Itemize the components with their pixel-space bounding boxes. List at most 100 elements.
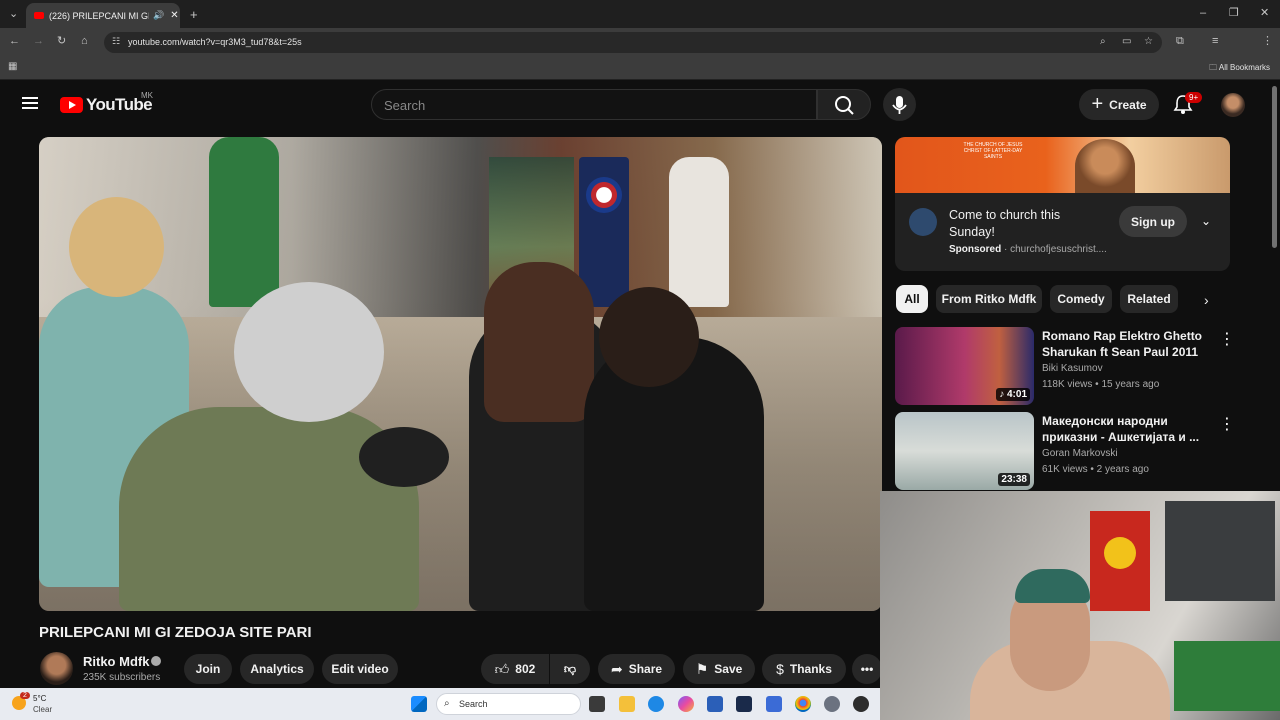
youtube-play-icon	[60, 97, 83, 113]
tab-audio-icon[interactable]: 🔊	[153, 10, 164, 21]
search-button[interactable]	[817, 89, 871, 120]
sponsored-ad-card[interactable]: THE CHURCH OF JESUS CHRIST OF LATTER-DAY…	[895, 137, 1230, 271]
create-button[interactable]: + Create	[1079, 89, 1159, 120]
taskbar-search[interactable]: ⌕ Search	[436, 693, 581, 715]
weather-badge: 2	[20, 692, 30, 699]
save-button[interactable]: ⚑ Save	[683, 654, 755, 684]
thumbs-down-icon: 👎︎	[563, 661, 577, 676]
save-label: Save	[714, 662, 743, 676]
recommended-channel[interactable]: Goran Markovski	[1042, 448, 1118, 459]
home-icon[interactable]: ⌂	[81, 36, 88, 47]
thanks-button[interactable]: $ Thanks	[762, 654, 846, 684]
search-icon	[835, 96, 854, 115]
all-bookmarks-link[interactable]: 🗀 All Bookmarks	[1209, 62, 1270, 76]
create-label: Create	[1109, 97, 1147, 112]
more-vertical-icon[interactable]: ⋮	[1219, 329, 1235, 349]
reload-icon[interactable]: ↻	[57, 36, 66, 47]
join-button[interactable]: Join	[184, 654, 232, 684]
ad-banner-text: THE CHURCH OF JESUS CHRIST OF LATTER-DAY…	[963, 142, 1023, 160]
more-actions-button[interactable]: •••	[852, 654, 882, 684]
browser-menu-icon[interactable]: ⋮	[1262, 36, 1273, 47]
video-thumbnail[interactable]: ♪ 4:01	[895, 327, 1034, 405]
minimize-icon[interactable]: –	[1200, 8, 1206, 19]
channel-avatar[interactable]	[40, 652, 73, 685]
youtube-favicon-icon	[34, 12, 44, 19]
restore-icon[interactable]: ❐	[1229, 8, 1239, 19]
youtube-logo[interactable]: YouTube	[60, 95, 153, 115]
tab-list-chevron-icon[interactable]: ⌄	[9, 9, 18, 20]
new-tab-icon[interactable]: +	[190, 8, 198, 21]
windows-taskbar: 2 5°C Clear ⌕ Search	[0, 688, 880, 720]
edge-icon[interactable]	[648, 696, 664, 712]
account-avatar[interactable]	[1221, 93, 1245, 117]
cafe-background	[39, 137, 882, 317]
reading-list-icon[interactable]: ≡	[1212, 36, 1218, 47]
chip-comedy[interactable]: Comedy	[1050, 285, 1112, 313]
recommended-video[interactable]: 23:38 Македонски народни приказни - Ашке…	[895, 412, 1275, 490]
page-scrollbar[interactable]	[1272, 86, 1277, 248]
back-icon[interactable]: ←	[9, 36, 20, 47]
hamburger-menu-icon[interactable]	[22, 97, 38, 109]
share-button[interactable]: ➦ Share	[598, 654, 675, 684]
voice-search-button[interactable]	[883, 88, 916, 121]
chip-label: All	[904, 292, 920, 306]
edit-video-label: Edit video	[331, 662, 389, 676]
microphone-icon	[892, 96, 907, 114]
task-view-icon[interactable]	[589, 696, 605, 712]
apps-grid-icon[interactable]: ▦	[8, 62, 17, 72]
chrome-icon[interactable]	[795, 696, 811, 712]
bookmark-star-icon[interactable]: ☆	[1144, 37, 1153, 47]
tab-close-icon[interactable]: ✕	[170, 10, 178, 21]
dislike-button[interactable]: 👎︎	[550, 654, 590, 684]
person-white-hoodie	[669, 157, 729, 307]
mail-icon[interactable]	[766, 696, 782, 712]
video-player[interactable]	[39, 137, 882, 611]
green-cap	[1015, 569, 1090, 603]
search-input[interactable]: Search	[371, 89, 817, 120]
windows-start-icon[interactable]	[411, 696, 427, 712]
analytics-label: Analytics	[250, 662, 304, 676]
store-icon[interactable]	[707, 696, 723, 712]
channel-name[interactable]: Ritko Mdfk	[83, 654, 149, 669]
like-button[interactable]: 👍︎ 802	[481, 654, 549, 684]
recommended-channel[interactable]: Biki Kasumov	[1042, 363, 1103, 374]
ad-signup-button[interactable]: Sign up	[1119, 206, 1187, 237]
zoom-icon[interactable]: ⌕	[1100, 37, 1106, 47]
bleached-head	[234, 282, 384, 422]
ad-banner-portrait	[1075, 139, 1135, 193]
music-note-icon: ♪	[999, 389, 1007, 400]
recommended-video[interactable]: ♪ 4:01 Romano Rap Elektro Ghetto Sharuka…	[895, 327, 1275, 405]
analytics-button[interactable]: Analytics	[240, 654, 314, 684]
blonde-head	[69, 197, 164, 297]
chevron-right-icon[interactable]: ›	[1204, 292, 1209, 308]
address-bar[interactable]: ☷ youtube.com/watch?v=qr3M3_tud78&t=25s …	[104, 32, 1162, 53]
more-vertical-icon[interactable]: ⋮	[1219, 414, 1235, 434]
signup-label: Sign up	[1131, 214, 1175, 229]
app-icon[interactable]	[736, 696, 752, 712]
obs-icon[interactable]	[853, 696, 869, 712]
close-window-icon[interactable]: ✕	[1260, 8, 1269, 19]
ad-title: Come to church this Sunday!	[949, 208, 1061, 239]
ad-banner[interactable]: THE CHURCH OF JESUS CHRIST OF LATTER-DAY…	[895, 137, 1230, 193]
notification-badge: 9+	[1185, 92, 1203, 103]
edit-video-button[interactable]: Edit video	[322, 654, 398, 684]
copilot-icon[interactable]	[678, 696, 694, 712]
browser-tab[interactable]: (226) PRILEPCANI MI GI ZEDOJ... 🔊 ✕	[26, 3, 180, 28]
file-explorer-icon[interactable]	[619, 696, 635, 712]
extensions-icon[interactable]: ⧉	[1176, 36, 1184, 47]
flag-sun	[1104, 537, 1136, 569]
cast-icon[interactable]: ▭	[1122, 37, 1131, 47]
youtube-header: YouTube MK Search + Create	[0, 80, 1280, 128]
site-info-icon[interactable]: ☷	[112, 37, 120, 46]
settings-gear-icon[interactable]	[824, 696, 840, 712]
chip-from-channel[interactable]: From Ritko Mdfk	[936, 285, 1042, 313]
chip-all[interactable]: All	[896, 285, 928, 313]
video-thumbnail[interactable]: 23:38	[895, 412, 1034, 490]
chip-label: Comedy	[1057, 292, 1105, 306]
chevron-down-icon[interactable]: ⌄	[1201, 214, 1211, 228]
weather-temperature: 5°C	[33, 694, 47, 703]
recommended-title[interactable]: Македонски народни приказни - Ашкетијата…	[1042, 413, 1202, 445]
forward-icon[interactable]: →	[33, 36, 44, 47]
recommended-title[interactable]: Romano Rap Elektro Ghetto Sharukan ft Se…	[1042, 328, 1202, 360]
chip-related[interactable]: Related	[1120, 285, 1178, 313]
